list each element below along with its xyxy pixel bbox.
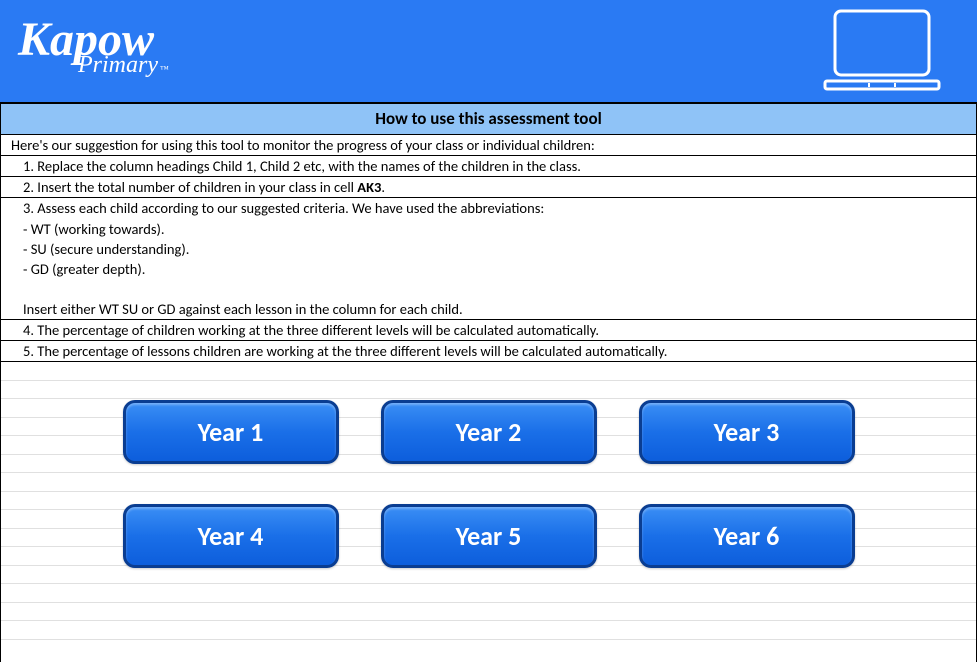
step-4: 4. The percentage of children working at… — [1, 320, 976, 341]
abbr-su: - SU (secure understanding). — [1, 239, 976, 259]
year-2-button[interactable]: Year 2 — [381, 400, 597, 464]
abbr-wt: - WT (working towards). — [1, 219, 976, 239]
year-5-button[interactable]: Year 5 — [381, 504, 597, 568]
step-1: 1. Replace the column headings Child 1, … — [1, 156, 976, 177]
abbr-gd: - GD (greater depth). — [1, 259, 976, 279]
year-buttons-area: Year 1 Year 2 Year 3 Year 4 Year 5 Year … — [0, 362, 977, 662]
logo-main-text: Kapow — [18, 23, 169, 57]
intro-text: Here's our suggestion for using this too… — [1, 135, 976, 156]
blank-line — [1, 279, 976, 299]
instructions-block: Here's our suggestion for using this too… — [0, 135, 977, 362]
page-title: How to use this assessment tool — [0, 104, 977, 135]
year-buttons-grid: Year 1 Year 2 Year 3 Year 4 Year 5 Year … — [1, 400, 976, 568]
year-6-button[interactable]: Year 6 — [639, 504, 855, 568]
step-5: 5. The percentage of lessons children ar… — [1, 341, 976, 362]
insert-note: Insert either WT SU or GD against each l… — [1, 299, 976, 320]
step-3: 3. Assess each child according to our su… — [1, 198, 976, 218]
year-4-button[interactable]: Year 4 — [123, 504, 339, 568]
button-row-1: Year 1 Year 2 Year 3 — [123, 400, 855, 464]
step-2: 2. Insert the total number of children i… — [1, 177, 976, 198]
year-3-button[interactable]: Year 3 — [639, 400, 855, 464]
brand-logo: Kapow Primary™ — [18, 23, 169, 80]
button-row-2: Year 4 Year 5 Year 6 — [123, 504, 855, 568]
header-banner: Kapow Primary™ — [0, 0, 977, 104]
year-1-button[interactable]: Year 1 — [123, 400, 339, 464]
laptop-icon — [817, 7, 947, 95]
logo-sub-text: Primary™ — [78, 52, 169, 79]
